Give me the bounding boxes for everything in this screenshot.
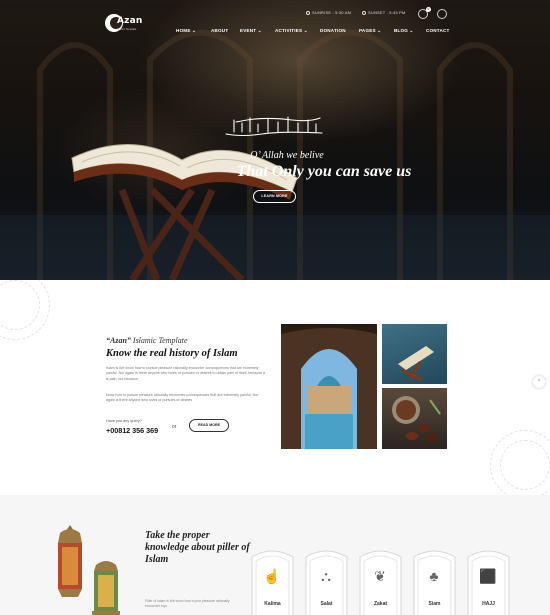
hero-headline: That Only you can save us — [236, 163, 412, 180]
lantern-image — [58, 525, 120, 615]
or-label: or — [172, 424, 177, 430]
nav-donation[interactable]: DONATION — [320, 28, 346, 33]
dates-illustration — [392, 396, 441, 442]
main-nav: HOME ⌄ ABOUT EVENT ⌄ ACTIVITIES ⌄ DONATI… — [0, 28, 550, 36]
ornament-decoration — [500, 440, 550, 490]
bismillah-calligraphy — [225, 116, 323, 137]
nav-about[interactable]: ABOUT — [211, 28, 228, 33]
pillar-card-hajj[interactable]: ⬛ HAJJ — [466, 545, 511, 615]
prayer-icon: ⛬ — [321, 568, 331, 584]
pillar-label: Salat — [320, 601, 333, 607]
mosque-arch-image — [281, 324, 377, 449]
nav-activities[interactable]: ACTIVITIES ⌄ — [275, 28, 308, 34]
nav-blog[interactable]: BLOG ⌄ — [394, 28, 414, 34]
pillar-label: Siam — [428, 601, 441, 607]
sunset-label: SUNSET : 5:45 PM — [368, 10, 406, 15]
pillar-card-zakat[interactable]: ❦ Zakat — [358, 545, 403, 615]
kaaba-icon: ⬛ — [479, 568, 497, 584]
mosque-arch-illustration — [281, 324, 377, 449]
nav-home[interactable]: HOME ⌄ — [176, 28, 196, 34]
nav-pages[interactable]: PAGES ⌄ — [359, 28, 381, 34]
pillar-label: HAJJ — [482, 601, 495, 607]
kicker-rest: Islamic Template — [130, 336, 188, 345]
pillar-card-salat[interactable]: ⛬ Salat — [304, 545, 349, 615]
hand-icon: ☝ — [263, 568, 281, 584]
pillar-card-kalima[interactable]: ☝ Kalima — [250, 545, 295, 615]
pillar-label: Kalima — [264, 601, 281, 607]
sunset-time: SUNSET : 5:45 PM — [362, 10, 406, 15]
about-paragraph-1: Islam is We know how to pursue pleasure … — [106, 366, 265, 381]
quran-reading-image — [382, 324, 447, 384]
about-kicker: “Azan” Islamic Template — [106, 336, 188, 345]
kicker-brand: “Azan” — [106, 336, 131, 345]
quran-stand-illustration — [398, 346, 434, 382]
pillars-section: Take the proper knowledge about piller o… — [0, 495, 550, 615]
sun-icon — [362, 10, 366, 15]
hero-tagline: O’ Allah we belive — [250, 150, 324, 161]
pillars-heading: Take the proper knowledge about piller o… — [145, 530, 250, 565]
scroll-top-button[interactable]: ⌃ — [533, 376, 545, 388]
cart-count-badge: 0 — [426, 7, 431, 12]
about-paragraph-2: know how to pursue pleasure rationally e… — [106, 393, 259, 403]
about-heading: Know the real history of Islam — [106, 348, 238, 359]
pillars-text: Piller of Islam is We know how to pue pl… — [145, 599, 230, 608]
nav-contact[interactable]: CONTACT — [426, 28, 450, 33]
pillar-label: Zakat — [373, 601, 388, 607]
nav-event[interactable]: EVENT ⌄ — [240, 28, 262, 34]
pillar-card-siam[interactable]: ♣ Siam — [412, 545, 457, 615]
sun-icon — [306, 10, 310, 15]
charity-icon: ❦ — [374, 568, 386, 584]
query-label: Have you any query? — [106, 419, 142, 423]
sunrise-label: SUNRISE : 5:30 AM — [312, 10, 352, 15]
search-icon[interactable] — [437, 9, 447, 19]
hero-banner: Azan Islamic Template SUNRISE : 5:30 AM … — [0, 0, 550, 280]
learn-more-button[interactable]: LEARN MORE — [253, 190, 296, 203]
read-more-button[interactable]: READ MORE — [189, 419, 229, 432]
about-section: “Azan” Islamic Template Know the real hi… — [0, 280, 550, 495]
dates-bowl-image — [382, 388, 447, 449]
phone-number[interactable]: +00812 356 369 — [106, 426, 158, 435]
palm-tree-icon: ♣ — [429, 568, 439, 584]
logo-text: Azan — [117, 16, 143, 26]
sunrise-time: SUNRISE : 5:30 AM — [306, 10, 351, 15]
